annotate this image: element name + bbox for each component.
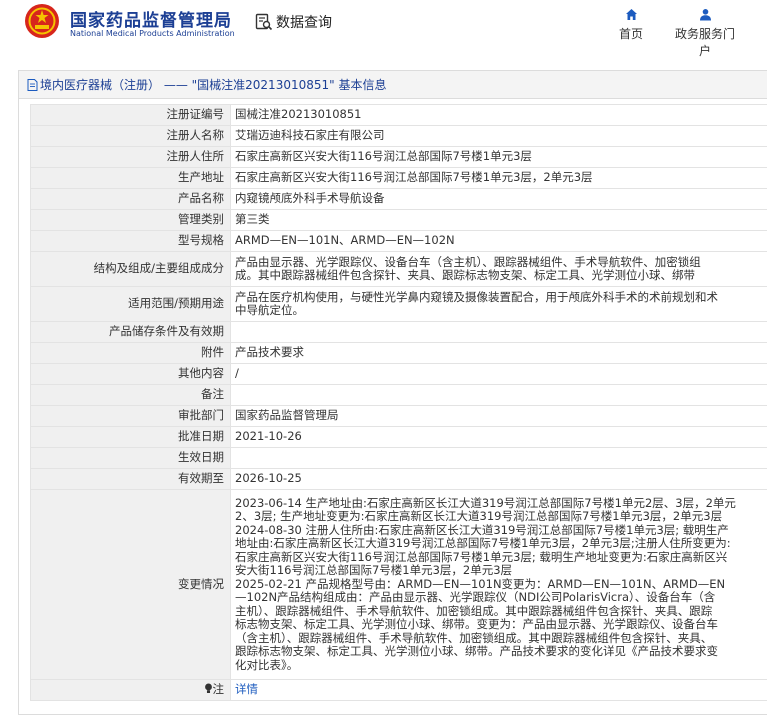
row-value: 国械注准20213010851 <box>230 104 767 126</box>
row-value <box>230 384 767 406</box>
details-link[interactable]: 详情 <box>235 682 258 697</box>
row-value: 艾瑞迈迪科技石家庄有限公司 <box>230 125 767 147</box>
table-row: 型号规格 ARMD—EN—101N、ARMD—EN—102N <box>30 230 767 252</box>
row-value <box>230 321 767 343</box>
table-row: 管理类别 第三类 <box>30 209 767 231</box>
data-query-label: 数据查询 <box>276 15 332 31</box>
row-value: 产品由显示器、光学跟踪仪、设备台车（含主机）、跟踪器械组件、手术导航软件、加密锁… <box>230 251 767 287</box>
row-label: 管理类别 <box>30 209 231 231</box>
row-label: 生产地址 <box>30 167 231 189</box>
table-row: 产品名称 内窥镜颅底外科手术导航设备 <box>30 188 767 210</box>
panel-title: 境内医疗器械（注册） —— "国械注准20213010851" 基本信息 <box>19 71 767 99</box>
row-label: 批准日期 <box>30 426 231 448</box>
row-value: 国家药品监督管理局 <box>230 405 767 427</box>
row-value <box>230 447 767 469</box>
table-row: 变更情况 2023-06-14 生产地址由:石家庄高新区长江大道319号润江总部… <box>30 489 767 680</box>
site-header: 国家药品监督管理局 National Medical Products Admi… <box>0 0 767 58</box>
table-row: 适用范围/预期用途 产品在医疗机构使用，与硬性光学鼻内窥镜及摄像装置配合，用于颅… <box>30 286 767 322</box>
table-row: 结构及组成/主要组成成分 产品由显示器、光学跟踪仪、设备台车（含主机）、跟踪器械… <box>30 251 767 287</box>
table-row: 审批部门 国家药品监督管理局 <box>30 405 767 427</box>
table-row: 批准日期 2021-10-26 <box>30 426 767 448</box>
row-label: 结构及组成/主要组成成分 <box>30 251 231 287</box>
row-value: 内窥镜颅底外科手术导航设备 <box>230 188 767 210</box>
note-label-cell: 注 <box>30 679 231 701</box>
row-label: 审批部门 <box>30 405 231 427</box>
national-emblem-logo <box>25 4 59 38</box>
nav-home[interactable]: 首页 <box>596 8 666 42</box>
row-label: 其他内容 <box>30 363 231 385</box>
row-value: 产品在医疗机构使用，与硬性光学鼻内窥镜及摄像装置配合，用于颅底外科手术的术前规划… <box>230 286 767 322</box>
table-row: 备注 <box>30 384 767 406</box>
row-label: 型号规格 <box>30 230 231 252</box>
row-label: 产品名称 <box>30 188 231 210</box>
row-value: 2026-10-25 <box>230 468 767 490</box>
table-row: 生产地址 石家庄高新区兴安大街116号润江总部国际7号楼1单元3层，2单元3层 <box>30 167 767 189</box>
document-icon <box>27 78 38 91</box>
row-label: 生效日期 <box>30 447 231 469</box>
table-row: 注 详情 <box>30 679 767 701</box>
row-label: 注册人名称 <box>30 125 231 147</box>
table-row: 有效期至 2026-10-25 <box>30 468 767 490</box>
brand-name-cn: 国家药品监督管理局 <box>70 11 232 31</box>
row-value: / <box>230 363 767 385</box>
row-value: 2021-10-26 <box>230 426 767 448</box>
row-value: ARMD—EN—101N、ARMD—EN—102N <box>230 230 767 252</box>
row-label: 备注 <box>30 384 231 406</box>
row-value: 石家庄高新区兴安大街116号润江总部国际7号楼1单元3层 <box>230 146 767 168</box>
nav-portal-label: 政务服务门户 <box>674 27 735 58</box>
row-label: 附件 <box>30 342 231 364</box>
brand-name-en: National Medical Products Administration <box>70 29 235 38</box>
nav-portal[interactable]: 政务服务门户 <box>670 8 740 59</box>
table-row: 注册人名称 艾瑞迈迪科技石家庄有限公司 <box>30 125 767 147</box>
table-row: 附件 产品技术要求 <box>30 342 767 364</box>
data-query-icon <box>255 13 273 31</box>
lightbulb-icon <box>204 683 212 694</box>
row-value-cell: 详情 <box>230 679 767 701</box>
row-label: 有效期至 <box>30 468 231 490</box>
row-value: 产品技术要求 <box>230 342 767 364</box>
table-row: 生效日期 <box>30 447 767 469</box>
row-value: 石家庄高新区兴安大街116号润江总部国际7号楼1单元3层，2单元3层 <box>230 167 767 189</box>
panel-title-text: 境内医疗器械（注册） —— "国械注准20213010851" 基本信息 <box>40 77 387 92</box>
row-label: 注 <box>212 682 225 697</box>
row-label: 产品储存条件及有效期 <box>30 321 231 343</box>
row-label: 注册人住所 <box>30 146 231 168</box>
row-value: 第三类 <box>230 209 767 231</box>
data-query-link[interactable]: 数据查询 <box>255 12 332 32</box>
row-value: 2023-06-14 生产地址由:石家庄高新区长江大道319号润江总部国际7号楼… <box>230 489 767 680</box>
row-label: 注册证编号 <box>30 104 231 126</box>
detail-table: 注册证编号 国械注准20213010851 注册人名称 艾瑞迈迪科技石家庄有限公… <box>30 104 767 701</box>
table-row: 其他内容 / <box>30 363 767 385</box>
nav-home-label: 首页 <box>618 27 643 41</box>
table-row: 注册证编号 国械注准20213010851 <box>30 104 767 126</box>
home-icon <box>625 9 637 20</box>
table-row: 产品储存条件及有效期 <box>30 321 767 343</box>
user-icon <box>699 9 711 21</box>
table-row: 注册人住所 石家庄高新区兴安大街116号润江总部国际7号楼1单元3层 <box>30 146 767 168</box>
row-label: 适用范围/预期用途 <box>30 286 231 322</box>
row-label: 变更情况 <box>30 489 231 680</box>
